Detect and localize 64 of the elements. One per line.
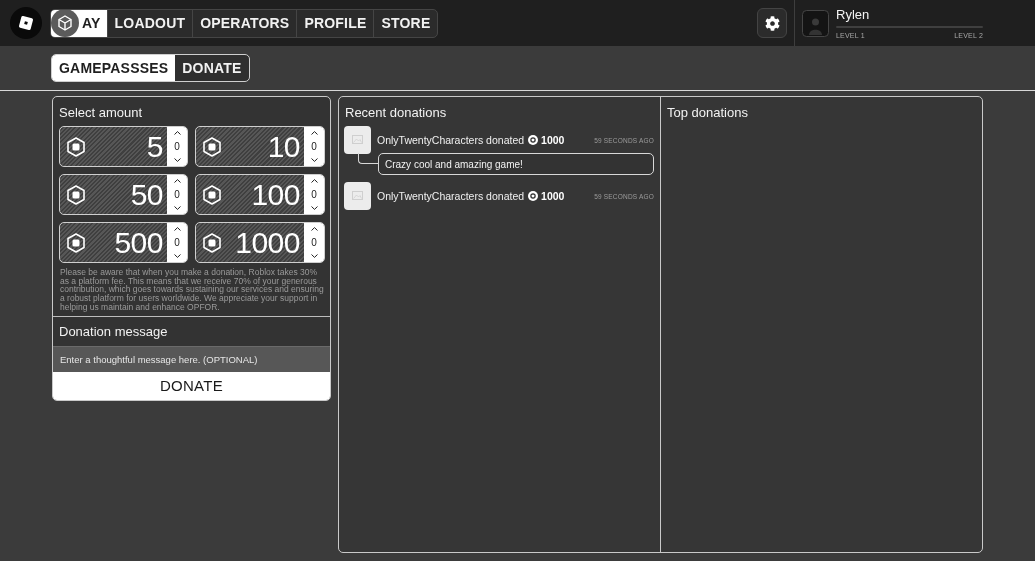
sub-tab[interactable]: GAMEPASSSES — [52, 55, 176, 81]
player-name: Rylen — [836, 6, 871, 22]
nav-tab[interactable]: PROFILE — [297, 9, 375, 37]
chevron-up-icon[interactable] — [173, 179, 181, 183]
panel-title: Select amount — [58, 104, 144, 122]
cube-icon — [51, 9, 79, 37]
donation-text: OnlyTwentyCharacters donated — [377, 190, 525, 202]
amount-value: 100 — [251, 178, 300, 211]
fee-disclaimer: Please be aware that when you make a donation, Roblox takes 30% as a platform fee. This means that we receive 70% of your generous contribution, which goes towards sustaining our services and ensuring a robust platform for users worldwide. We appreciate your support in helping us maintain and enhance OPFOR. — [60, 268, 325, 312]
amount-card[interactable]: 50 0 — [59, 174, 188, 215]
settings-button[interactable] — [757, 8, 787, 38]
chevron-down-icon[interactable] — [310, 206, 318, 210]
donate-button[interactable]: DONATE — [53, 371, 330, 400]
chevron-down-icon[interactable] — [310, 254, 318, 258]
chevron-up-icon[interactable] — [310, 179, 318, 183]
nav-tab[interactable]: STORE — [374, 9, 438, 37]
amount-value: 50 — [130, 178, 163, 211]
quantity-value: 0 — [311, 141, 317, 152]
donation-amount: 1000 — [541, 134, 565, 146]
sub-tab[interactable]: DONATE — [175, 55, 249, 81]
robux-icon — [66, 136, 86, 157]
amount-card[interactable]: 1000 0 — [195, 222, 325, 263]
quantity-value: 0 — [174, 189, 180, 200]
robux-icon — [528, 135, 539, 145]
image-placeholder-icon — [344, 182, 371, 210]
donation-amount: 1000 — [541, 190, 565, 202]
image-placeholder-icon — [344, 126, 371, 154]
chevron-down-icon[interactable] — [173, 254, 181, 258]
amount-card[interactable]: 100 0 — [195, 174, 325, 215]
amount-value: 10 — [267, 130, 300, 163]
quantity-value: 0 — [311, 189, 317, 200]
amount-value: 5 — [146, 130, 163, 163]
amount-card[interactable]: 10 0 — [195, 126, 325, 167]
quantity-value: 0 — [311, 237, 317, 248]
amount-card[interactable]: 500 0 — [59, 222, 188, 263]
robux-icon — [528, 191, 539, 201]
amount-value: 500 — [114, 226, 163, 259]
nav-tab[interactable]: OPERATORS — [193, 9, 298, 37]
robux-icon — [202, 232, 222, 253]
panel-title: Top donations — [666, 104, 749, 122]
donation-message: Crazy cool and amazing game! — [378, 153, 654, 175]
quantity-value: 0 — [174, 141, 180, 152]
message-input[interactable]: Enter a thoughtful message here. (OPTIONAL) — [53, 345, 330, 372]
logo-icon[interactable] — [10, 7, 42, 39]
chevron-up-icon[interactable] — [173, 227, 181, 231]
quantity-value: 0 — [174, 237, 180, 248]
robux-icon — [202, 184, 222, 205]
avatar-icon — [802, 9, 829, 37]
chevron-up-icon[interactable] — [173, 131, 181, 135]
robux-icon — [66, 232, 86, 253]
chevron-up-icon[interactable] — [310, 131, 318, 135]
chevron-down-icon[interactable] — [173, 206, 181, 210]
amount-card[interactable]: 5 0 — [59, 126, 188, 167]
chevron-down-icon[interactable] — [173, 158, 181, 162]
nav-tab[interactable]: LOADOUT — [107, 9, 194, 37]
amount-value: 1000 — [235, 226, 300, 259]
panel-title: Recent donations — [344, 104, 448, 122]
chevron-down-icon[interactable] — [310, 158, 318, 162]
settings-icon — [764, 15, 780, 31]
robux-icon — [202, 136, 222, 157]
robux-icon — [66, 184, 86, 205]
chevron-up-icon[interactable] — [310, 227, 318, 231]
nav-tab[interactable]: AY — [51, 9, 108, 37]
donation-text: OnlyTwentyCharacters donated — [377, 134, 525, 146]
